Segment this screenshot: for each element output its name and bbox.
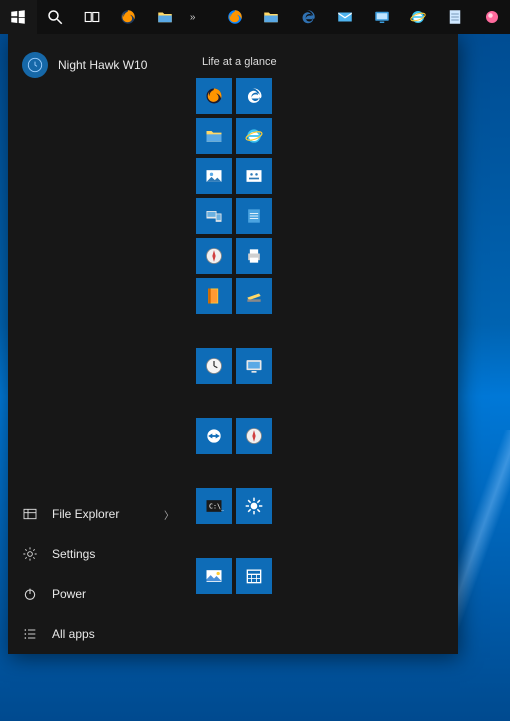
tile-teamviewer[interactable] [196,418,232,454]
tile-ie[interactable] [236,118,272,154]
power-label: Power [52,587,86,601]
ie-icon [409,8,427,26]
edge-icon [244,86,264,106]
tile-edge[interactable] [236,78,272,114]
tile-printer[interactable] [236,238,272,274]
taskbar-overflow[interactable]: » [183,12,201,23]
book-icon [204,286,224,306]
printer-icon [244,246,264,266]
search-button[interactable] [37,0,74,34]
start-left-column: Night Hawk W10 File Explorer 〉 Settings … [8,34,188,654]
teamviewer-icon [204,426,224,446]
tb-edge[interactable] [290,0,327,34]
power-icon [22,586,38,602]
tile-firefox[interactable] [196,78,232,114]
file-explorer-item[interactable]: File Explorer 〉 [8,494,188,534]
mail-icon [336,8,354,26]
all-apps-label: All apps [52,627,95,641]
file-explorer-label: File Explorer [52,507,119,521]
tb-fileexplorer[interactable] [147,0,184,34]
tb-util[interactable] [473,0,510,34]
devices-icon [204,206,224,226]
tb-mail[interactable] [327,0,364,34]
tile-compass[interactable] [196,238,232,274]
chevron-right-icon: 〉 [164,507,174,522]
stapler-icon [244,286,264,306]
edge-icon [299,8,317,26]
tb-notes[interactable] [437,0,474,34]
tile-stapler[interactable] [236,278,272,314]
folder-icon [262,8,280,26]
user-icon [27,57,43,73]
power-item[interactable]: Power [8,574,188,614]
search-icon [46,8,64,26]
username-label: Night Hawk W10 [58,58,147,72]
tb-firefox[interactable] [110,0,147,34]
tile-picture[interactable] [196,558,232,594]
sun-icon [244,496,264,516]
tile-fileexplorer[interactable] [196,118,232,154]
tile-control[interactable] [236,158,272,194]
start-menu: Night Hawk W10 File Explorer 〉 Settings … [8,34,458,654]
clock-icon [204,356,224,376]
svg-text:C:\_: C:\_ [209,503,224,511]
list-icon [22,626,38,642]
firefox-icon [119,8,137,26]
taskview-button[interactable] [73,0,110,34]
tile-devices[interactable] [196,198,232,234]
tile-clock[interactable] [196,348,232,384]
gear-icon [22,546,38,562]
folder-icon [204,126,224,146]
monitor-icon [373,8,391,26]
photos-icon [204,166,224,186]
settings-label: Settings [52,547,95,561]
tb-monitor[interactable] [363,0,400,34]
folder-icon [156,8,174,26]
file-explorer-icon [22,506,38,522]
tile-cmd[interactable]: C:\_ [196,488,232,524]
notepad-icon [446,8,464,26]
orb-icon [483,8,501,26]
windows-icon [9,8,27,26]
ie-icon [244,126,264,146]
control-icon [244,166,264,186]
start-tiles-area: Life at a glance C:\_ [188,34,458,654]
user-account-button[interactable]: Night Hawk W10 [8,34,188,96]
start-button[interactable] [0,0,37,34]
tb-fileexplorer-2[interactable] [253,0,290,34]
compass-icon [244,426,264,446]
taskview-icon [83,8,101,26]
firefox-icon [226,8,244,26]
tile-notepadblue[interactable] [236,198,272,234]
group-title[interactable]: Life at a glance [196,52,450,78]
tile-monitor[interactable] [236,348,272,384]
tile-compass2[interactable] [236,418,272,454]
calendar-icon [244,566,264,586]
tile-calendar[interactable] [236,558,272,594]
monitorwhite-icon [244,356,264,376]
tb-firefox-2[interactable] [216,0,253,34]
notepadblue-icon [244,206,264,226]
tb-ie[interactable] [400,0,437,34]
tile-weather[interactable] [236,488,272,524]
firefox-dark-icon [204,86,224,106]
tile-photos[interactable] [196,158,232,194]
picture-icon [204,566,224,586]
cmd-icon: C:\_ [204,496,224,516]
all-apps-item[interactable]: All apps [8,614,188,654]
compass-icon [204,246,224,266]
tile-book[interactable] [196,278,232,314]
settings-item[interactable]: Settings [8,534,188,574]
avatar [22,52,48,78]
taskbar: » [0,0,510,34]
